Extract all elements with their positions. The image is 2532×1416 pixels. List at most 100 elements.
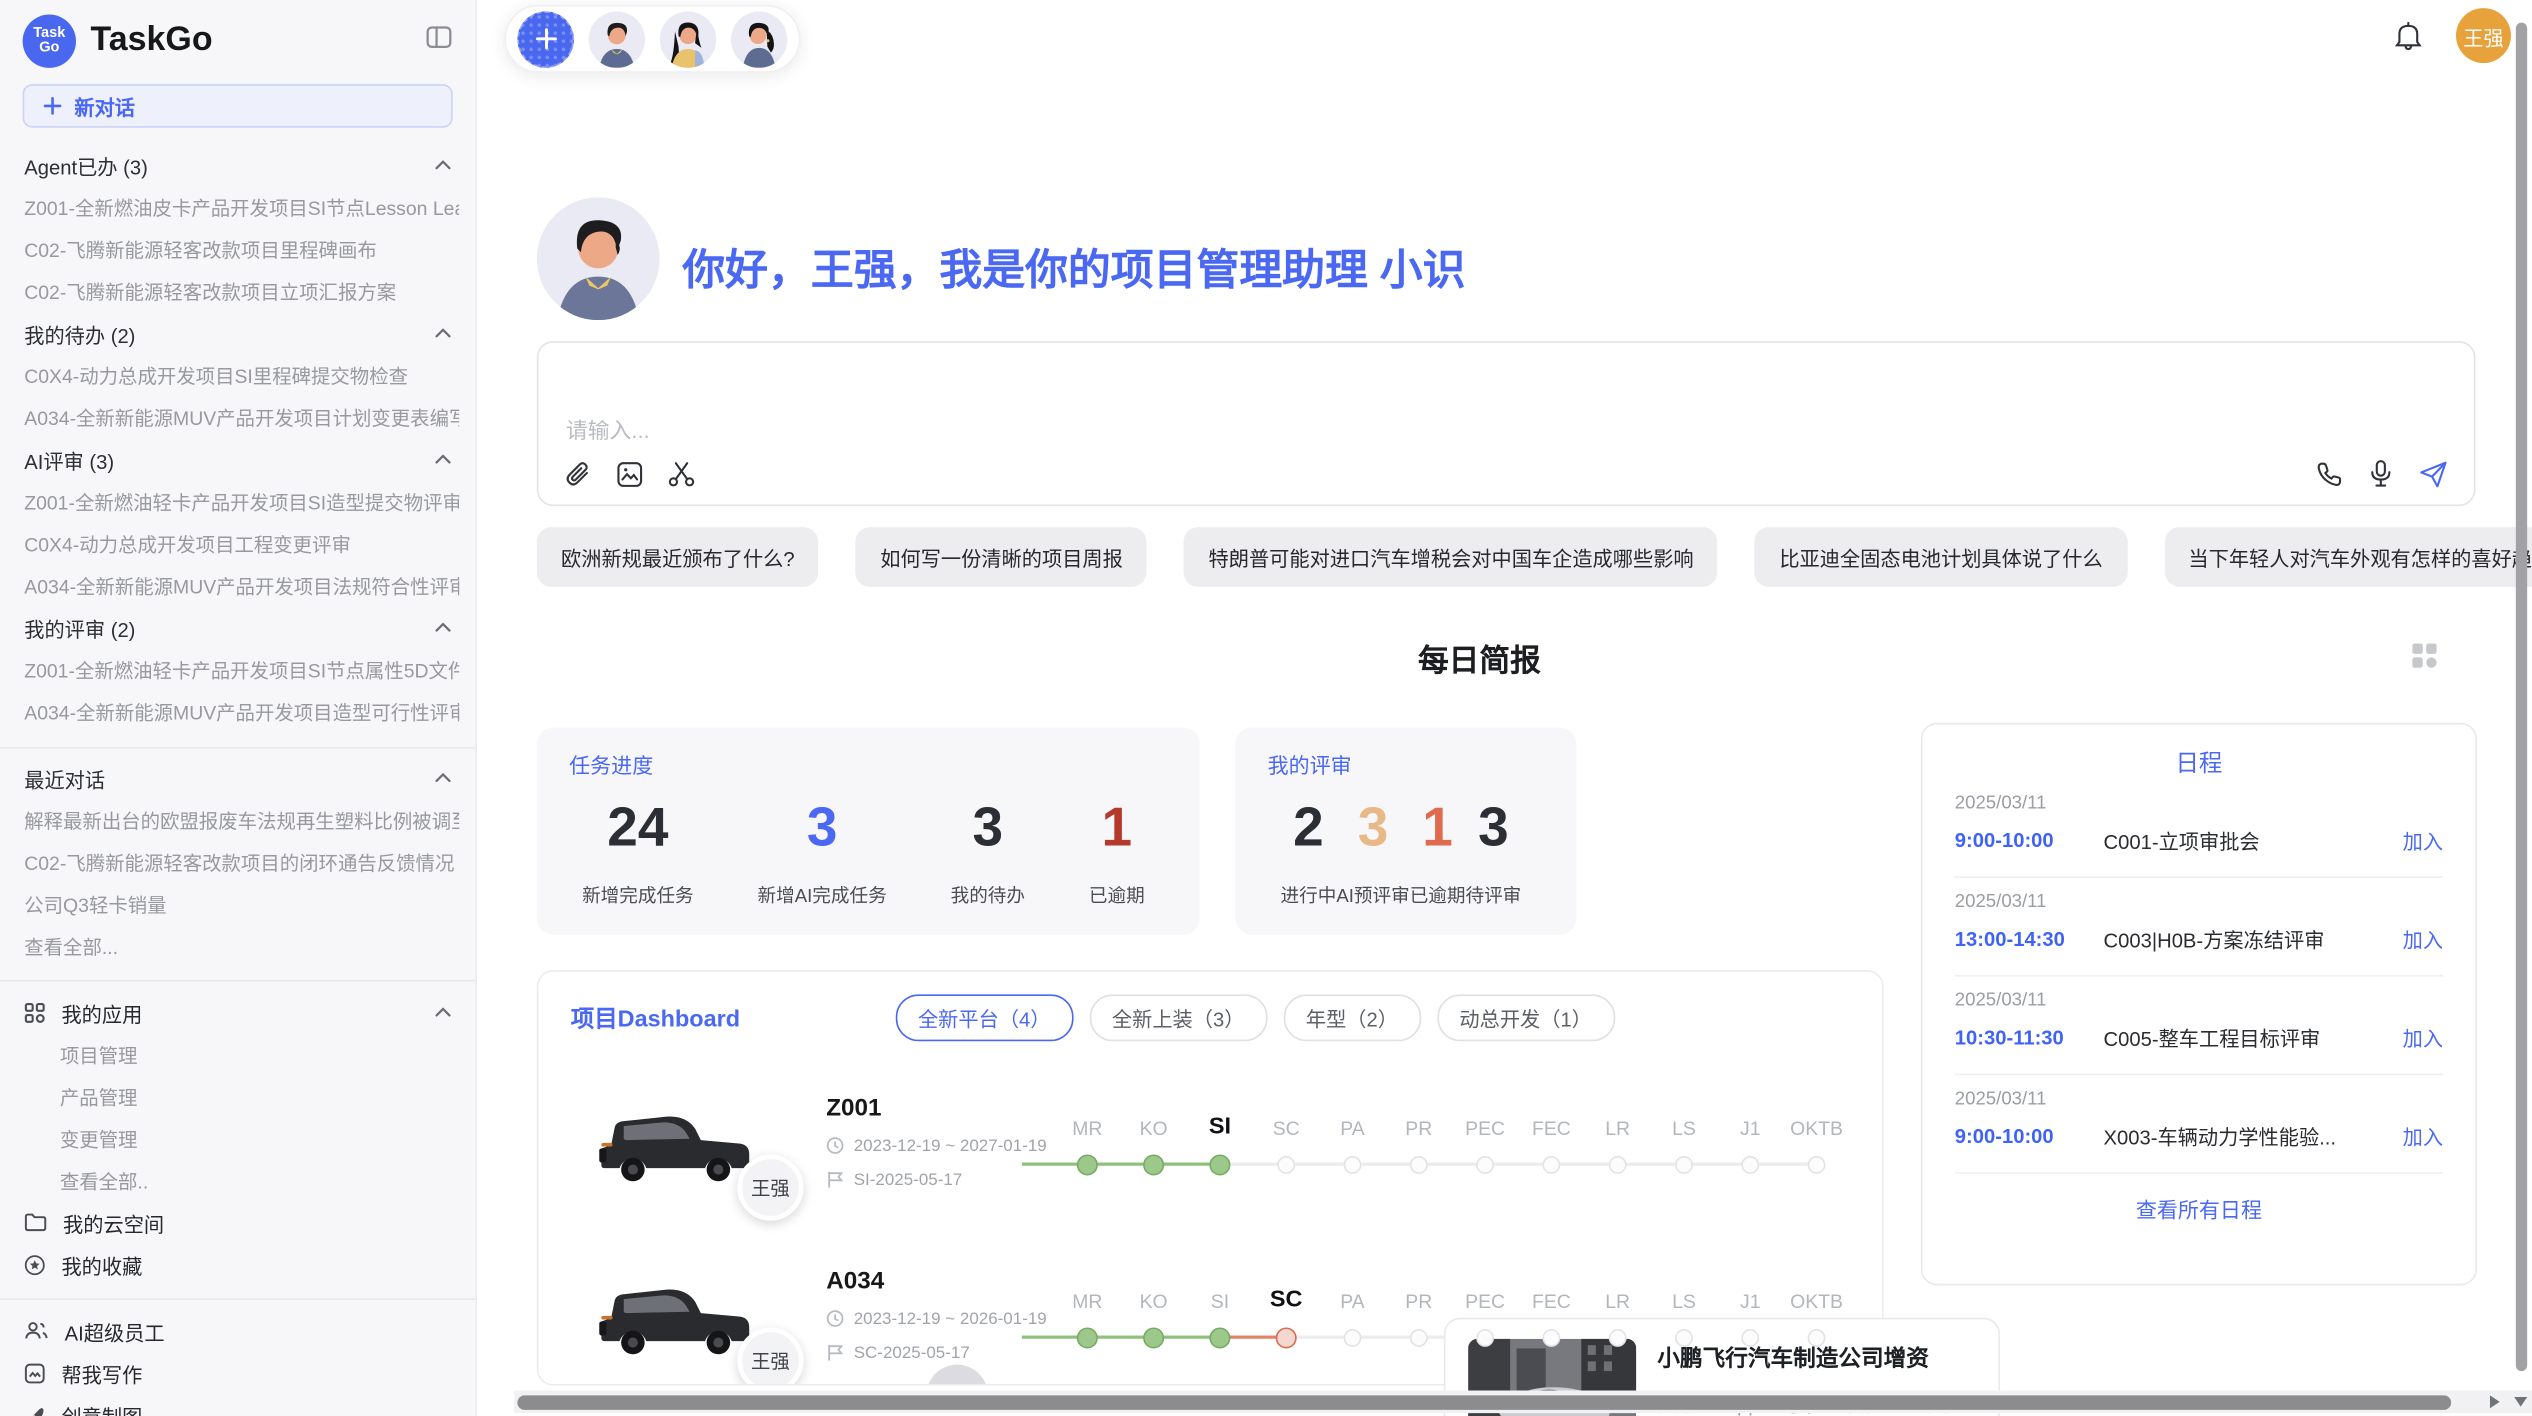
chevron-up-icon[interactable]: [435, 454, 451, 464]
milestone-dot[interactable]: [1209, 1154, 1230, 1175]
schedule-join-link[interactable]: 加入: [2403, 1022, 2443, 1053]
sidebar-conversation-item[interactable]: C0X4-动力总成开发项目工程变更评审: [0, 522, 475, 564]
cloud-space-item[interactable]: 我的云空间: [0, 1201, 475, 1243]
app-item[interactable]: 查看全部..: [0, 1159, 475, 1201]
dashboard-tab[interactable]: 全新上装（3）: [1089, 994, 1267, 1041]
image-icon[interactable]: [616, 461, 643, 488]
milestone-dot[interactable]: [1077, 1154, 1098, 1175]
horizontal-scrollbar[interactable]: [514, 1390, 2532, 1413]
microphone-icon[interactable]: [2369, 459, 2393, 488]
milestone-dot[interactable]: [1542, 1155, 1560, 1173]
sidebar-conversation-item[interactable]: C02-飞腾新能源轻客改款项目立项汇报方案: [0, 270, 475, 312]
horizontal-scrollbar-thumb[interactable]: [517, 1395, 2451, 1410]
sidebar-conversation-item[interactable]: 解释最新出台的欧盟报废车法规再生塑料比例被调至15%...: [0, 799, 475, 841]
sidebar-conversation-item[interactable]: Z001-全新燃油皮卡产品开发项目SI节点Lesson Learn报告: [0, 186, 475, 228]
milestone-dot[interactable]: [1675, 1328, 1693, 1346]
milestone-dot[interactable]: [1344, 1155, 1362, 1173]
schedule-join-link[interactable]: 加入: [2403, 825, 2443, 856]
chevron-up-icon[interactable]: [435, 773, 451, 783]
milestone-dot[interactable]: [1410, 1155, 1428, 1173]
project-flag: SC-2025-05-17: [826, 1343, 1049, 1362]
dashboard-tab[interactable]: 全新平台（4）: [895, 994, 1073, 1041]
milestone-label: SI: [1211, 1274, 1229, 1313]
milestone-dot[interactable]: [1410, 1328, 1428, 1346]
creative-draw-item[interactable]: 创意制图: [0, 1394, 475, 1416]
chevron-up-icon[interactable]: [435, 1007, 451, 1017]
section-header[interactable]: 最近对话: [0, 757, 475, 799]
my-apps-header[interactable]: 我的应用: [0, 991, 475, 1033]
suggestion-chip[interactable]: 欧洲新规最近颁布了什么?: [537, 527, 819, 587]
paperclip-icon[interactable]: [564, 461, 591, 488]
milestone-dot[interactable]: [1476, 1328, 1494, 1346]
milestone-dot[interactable]: [1808, 1155, 1826, 1173]
agent-avatar-2[interactable]: [660, 11, 717, 68]
favorites-item[interactable]: 我的收藏: [0, 1243, 475, 1285]
milestone-dot[interactable]: [1741, 1328, 1759, 1346]
sidebar-collapse-icon[interactable]: [425, 23, 452, 57]
section-header[interactable]: 我的待办 (2): [0, 312, 475, 354]
milestone-dot[interactable]: [1741, 1155, 1759, 1173]
chevron-up-icon[interactable]: [435, 160, 451, 170]
ai-staff-item[interactable]: AI超级员工: [0, 1310, 475, 1352]
send-icon[interactable]: [2419, 460, 2448, 487]
milestone-dot[interactable]: [1609, 1328, 1627, 1346]
sidebar-conversation-item[interactable]: Z001-全新燃油轻卡产品开发项目SI节点属性5D文件评审: [0, 648, 475, 690]
scissors-icon[interactable]: [668, 461, 695, 488]
section-header[interactable]: 我的评审 (2): [0, 606, 475, 648]
milestone-dot[interactable]: [1077, 1327, 1098, 1348]
milestone-dot[interactable]: [1609, 1155, 1627, 1173]
schedule-join-link[interactable]: 加入: [2403, 1120, 2443, 1151]
dashboard-tab[interactable]: 动总开发（1）: [1437, 994, 1615, 1041]
suggestion-chip[interactable]: 如何写一份清晰的项目周报: [856, 527, 1147, 587]
sidebar-conversation-item[interactable]: C02-飞腾新能源轻客改款项目里程碑画布: [0, 228, 475, 270]
phone-icon[interactable]: [2315, 460, 2342, 487]
milestone-dot[interactable]: [1476, 1155, 1494, 1173]
section-header[interactable]: Agent已办 (3): [0, 144, 475, 186]
suggestion-chip-label: 当下年轻人对汽车外观有怎样的喜好趋势: [2188, 548, 2532, 571]
notification-bell-icon[interactable]: [2395, 21, 2422, 60]
milestone-dot[interactable]: [1277, 1155, 1295, 1173]
help-write-item[interactable]: 帮我写作: [0, 1352, 475, 1394]
milestone-dot[interactable]: [1675, 1155, 1693, 1173]
sidebar-conversation-item[interactable]: A034-全新新能源MUV产品开发项目计划变更表编写: [0, 396, 475, 438]
suggestion-chip[interactable]: 特朗普可能对进口汽车增税会对中国车企造成哪些影响: [1184, 527, 1718, 587]
project-row[interactable]: 王强 Z001 2023-12-19 ~ 2027-01-19: [571, 1069, 1850, 1215]
app-item[interactable]: 产品管理: [0, 1075, 475, 1117]
milestone-dot[interactable]: [1143, 1154, 1164, 1175]
sidebar-conversation-item[interactable]: C0X4-动力总成开发项目SI里程碑提交物检查: [0, 354, 475, 396]
app-item[interactable]: 变更管理: [0, 1117, 475, 1159]
agent-avatar-3[interactable]: [731, 11, 788, 68]
add-agent-button[interactable]: [517, 11, 574, 68]
stat-label: 已逾期: [1089, 882, 1145, 908]
app-item[interactable]: 项目管理: [0, 1033, 475, 1075]
suggestion-chip-label: 特朗普可能对进口汽车增税会对中国车企造成哪些影响: [1209, 548, 1694, 571]
schedule-join-link[interactable]: 加入: [2403, 923, 2443, 954]
layout-grid-icon[interactable]: [2411, 642, 2438, 678]
chevron-up-icon[interactable]: [435, 622, 451, 632]
view-all-schedule-link[interactable]: 查看所有日程: [1955, 1193, 2443, 1224]
agent-avatar-1[interactable]: [589, 11, 646, 68]
milestone-dot[interactable]: [1143, 1327, 1164, 1348]
sidebar-conversation-item[interactable]: 公司Q3轻卡销量: [0, 883, 475, 925]
milestone-dot[interactable]: [1542, 1328, 1560, 1346]
chat-input-card[interactable]: 请输入...: [537, 341, 2476, 506]
sidebar-conversation-item[interactable]: 查看全部...: [0, 925, 475, 967]
vertical-scrollbar-thumb[interactable]: [2516, 23, 2527, 1371]
new-chat-button[interactable]: 新对话: [23, 84, 453, 128]
milestone-dot[interactable]: [1276, 1327, 1297, 1348]
milestone-dot[interactable]: [1344, 1328, 1362, 1346]
dashboard-tab[interactable]: 年型（2）: [1283, 994, 1420, 1041]
sidebar-conversation-item[interactable]: C02-飞腾新能源轻客改款项目的闭环通告反馈情况: [0, 841, 475, 883]
section-header[interactable]: AI评审 (3): [0, 438, 475, 480]
chevron-up-icon[interactable]: [435, 328, 451, 338]
user-avatar[interactable]: 王强: [2456, 8, 2511, 63]
sidebar-conversation-item[interactable]: Z001-全新燃油轻卡产品开发项目SI造型提交物评审: [0, 480, 475, 522]
milestone-dot[interactable]: [1209, 1327, 1230, 1348]
scroll-right-arrow-icon[interactable]: [2490, 1395, 2500, 1408]
milestone-dot[interactable]: [1808, 1328, 1826, 1346]
suggestion-chip[interactable]: 当下年轻人对汽车外观有怎样的喜好趋势: [2164, 527, 2532, 587]
sidebar-conversation-item[interactable]: A034-全新新能源MUV产品开发项目造型可行性评审: [0, 690, 475, 732]
scroll-down-arrow-icon[interactable]: [2514, 1397, 2527, 1407]
suggestion-chip[interactable]: 比亚迪全固态电池计划具体说了什么: [1755, 527, 2127, 587]
sidebar-conversation-item[interactable]: A034-全新新能源MUV产品开发项目法规符合性评审: [0, 564, 475, 606]
